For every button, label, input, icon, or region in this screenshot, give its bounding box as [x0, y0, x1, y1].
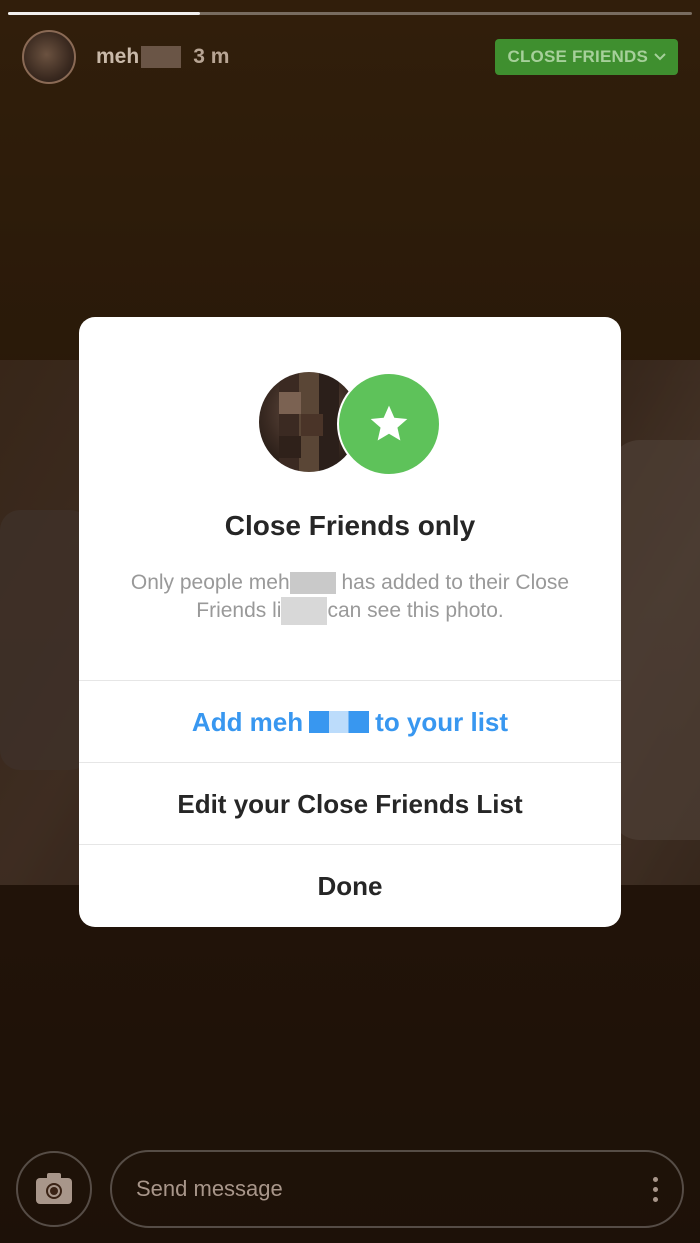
redaction-block: [141, 46, 182, 69]
message-input[interactable]: Send message: [110, 1150, 684, 1228]
dialog-description: Only people meh has added to their Close…: [104, 569, 596, 626]
story-header: meh 3 m CLOSE FRIENDS: [22, 30, 678, 84]
story-progress-fill: [8, 12, 200, 15]
dialog-title: Close Friends only: [224, 510, 476, 541]
close-friends-dialog: Close Friends only Only people meh has a…: [79, 317, 621, 927]
message-placeholder: Send message: [136, 1176, 283, 1201]
camera-icon: [36, 1173, 72, 1204]
camera-button[interactable]: [16, 1151, 92, 1227]
chevron-down-icon: [654, 53, 666, 61]
add-to-list-button[interactable]: Add meh to your list: [79, 680, 621, 763]
story-progress-bar: [8, 12, 692, 15]
star-icon: [370, 405, 408, 441]
close-friends-badge[interactable]: CLOSE FRIENDS: [495, 39, 678, 75]
redaction-block: [281, 597, 328, 626]
dialog-icons: [79, 372, 621, 477]
story-time: 3 m: [193, 45, 230, 68]
edit-close-friends-button[interactable]: Edit your Close Friends List: [79, 762, 621, 845]
close-friends-badge-label: CLOSE FRIENDS: [507, 47, 648, 66]
message-bar: Send message: [16, 1150, 684, 1228]
done-button[interactable]: Done: [79, 844, 621, 927]
close-friends-star-badge: [337, 372, 441, 476]
redaction-block: [309, 711, 370, 733]
avatar[interactable]: [22, 30, 76, 84]
redaction-block: [289, 572, 336, 595]
username[interactable]: meh: [96, 45, 182, 69]
more-options-icon[interactable]: [653, 1176, 658, 1202]
